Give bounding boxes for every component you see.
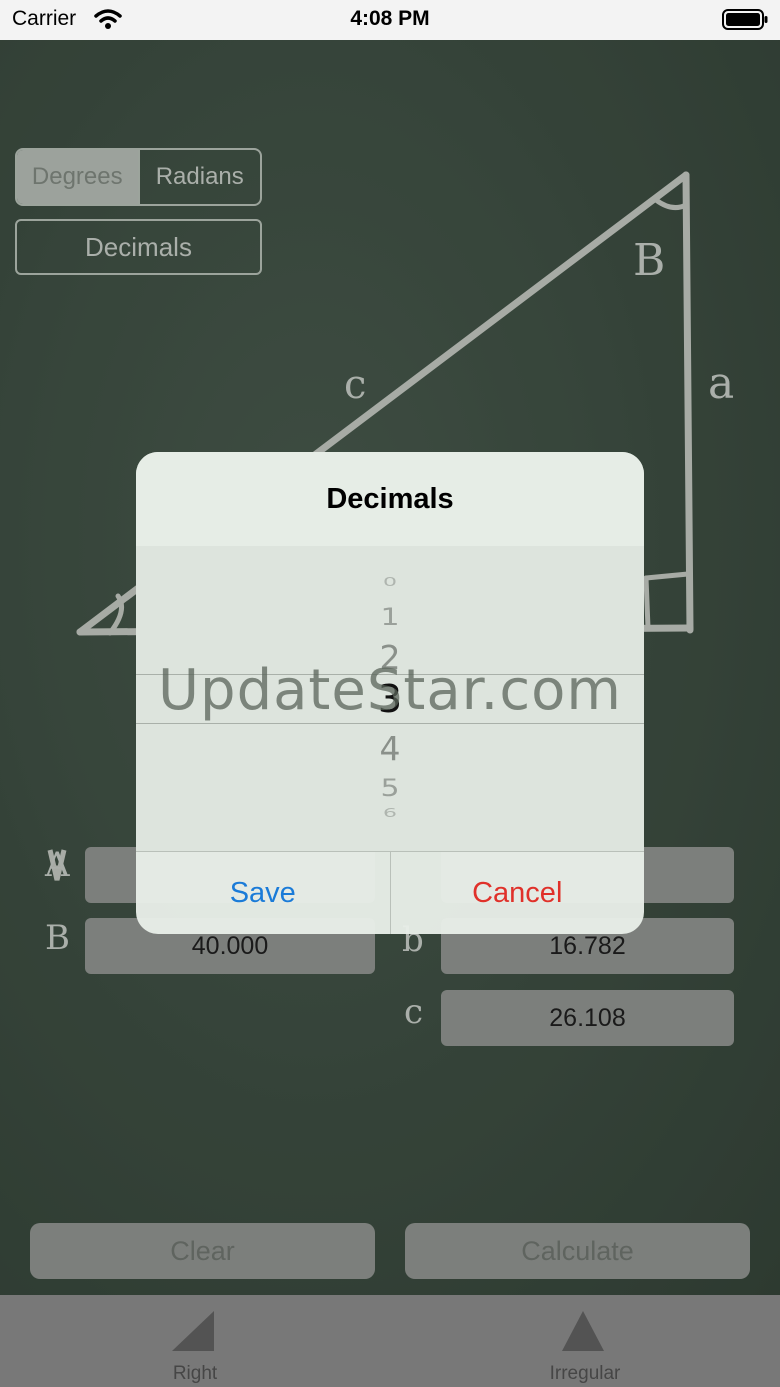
side-a-label: a	[708, 358, 735, 409]
tab-right-label: Right	[172, 1363, 218, 1384]
cancel-button[interactable]: Cancel	[391, 852, 645, 934]
irregular-triangle-icon	[562, 1311, 604, 1351]
input-a-angle-label: A	[45, 845, 70, 885]
battery-icon	[722, 9, 768, 30]
degrees-option[interactable]: Degrees	[17, 150, 138, 204]
picker-option[interactable]: 0	[136, 576, 644, 590]
save-button[interactable]: Save	[136, 852, 390, 934]
decimals-dialog: Decimals 0 1 2 3 4 5 6 UpdateStar.com Sa…	[136, 452, 644, 934]
side-c-label: c	[344, 362, 367, 408]
dialog-actions: Save Cancel	[136, 851, 644, 934]
calculate-button[interactable]: Calculate	[405, 1223, 750, 1279]
clear-button[interactable]: Clear	[30, 1223, 375, 1279]
decimals-button[interactable]: Decimals	[15, 219, 262, 275]
radians-option[interactable]: Radians	[140, 150, 261, 204]
tab-irregular-label: Irregular	[549, 1363, 621, 1384]
side-c-field[interactable]: 26.108	[441, 990, 734, 1046]
picker-option[interactable]: 1	[136, 604, 644, 632]
tab-irregular[interactable]: Irregular	[485, 1295, 685, 1387]
dialog-title: Decimals	[136, 452, 644, 546]
picker-option[interactable]: 4	[136, 729, 644, 768]
status-bar: Carrier 4:08 PM	[0, 0, 780, 40]
angle-unit-toggle: Degrees Radians	[15, 148, 262, 206]
right-triangle-icon	[172, 1311, 214, 1351]
picker-option[interactable]: 6	[136, 807, 644, 821]
tab-bar: Right Irregular	[0, 1295, 780, 1387]
input-c-side-label: c	[404, 992, 424, 1032]
watermark-text: UpdateStar.com	[158, 658, 622, 723]
input-b-angle-label: B	[45, 918, 70, 958]
vertical-line	[682, 171, 694, 634]
tab-right[interactable]: Right	[95, 1295, 295, 1387]
decimals-picker[interactable]: 0 1 2 3 4 5 6 UpdateStar.com	[136, 546, 644, 851]
angle-b-label: B	[633, 235, 666, 286]
status-time: 4:08 PM	[350, 7, 430, 30]
picker-selection-bottom	[136, 723, 644, 724]
picker-option[interactable]: 5	[136, 775, 644, 803]
